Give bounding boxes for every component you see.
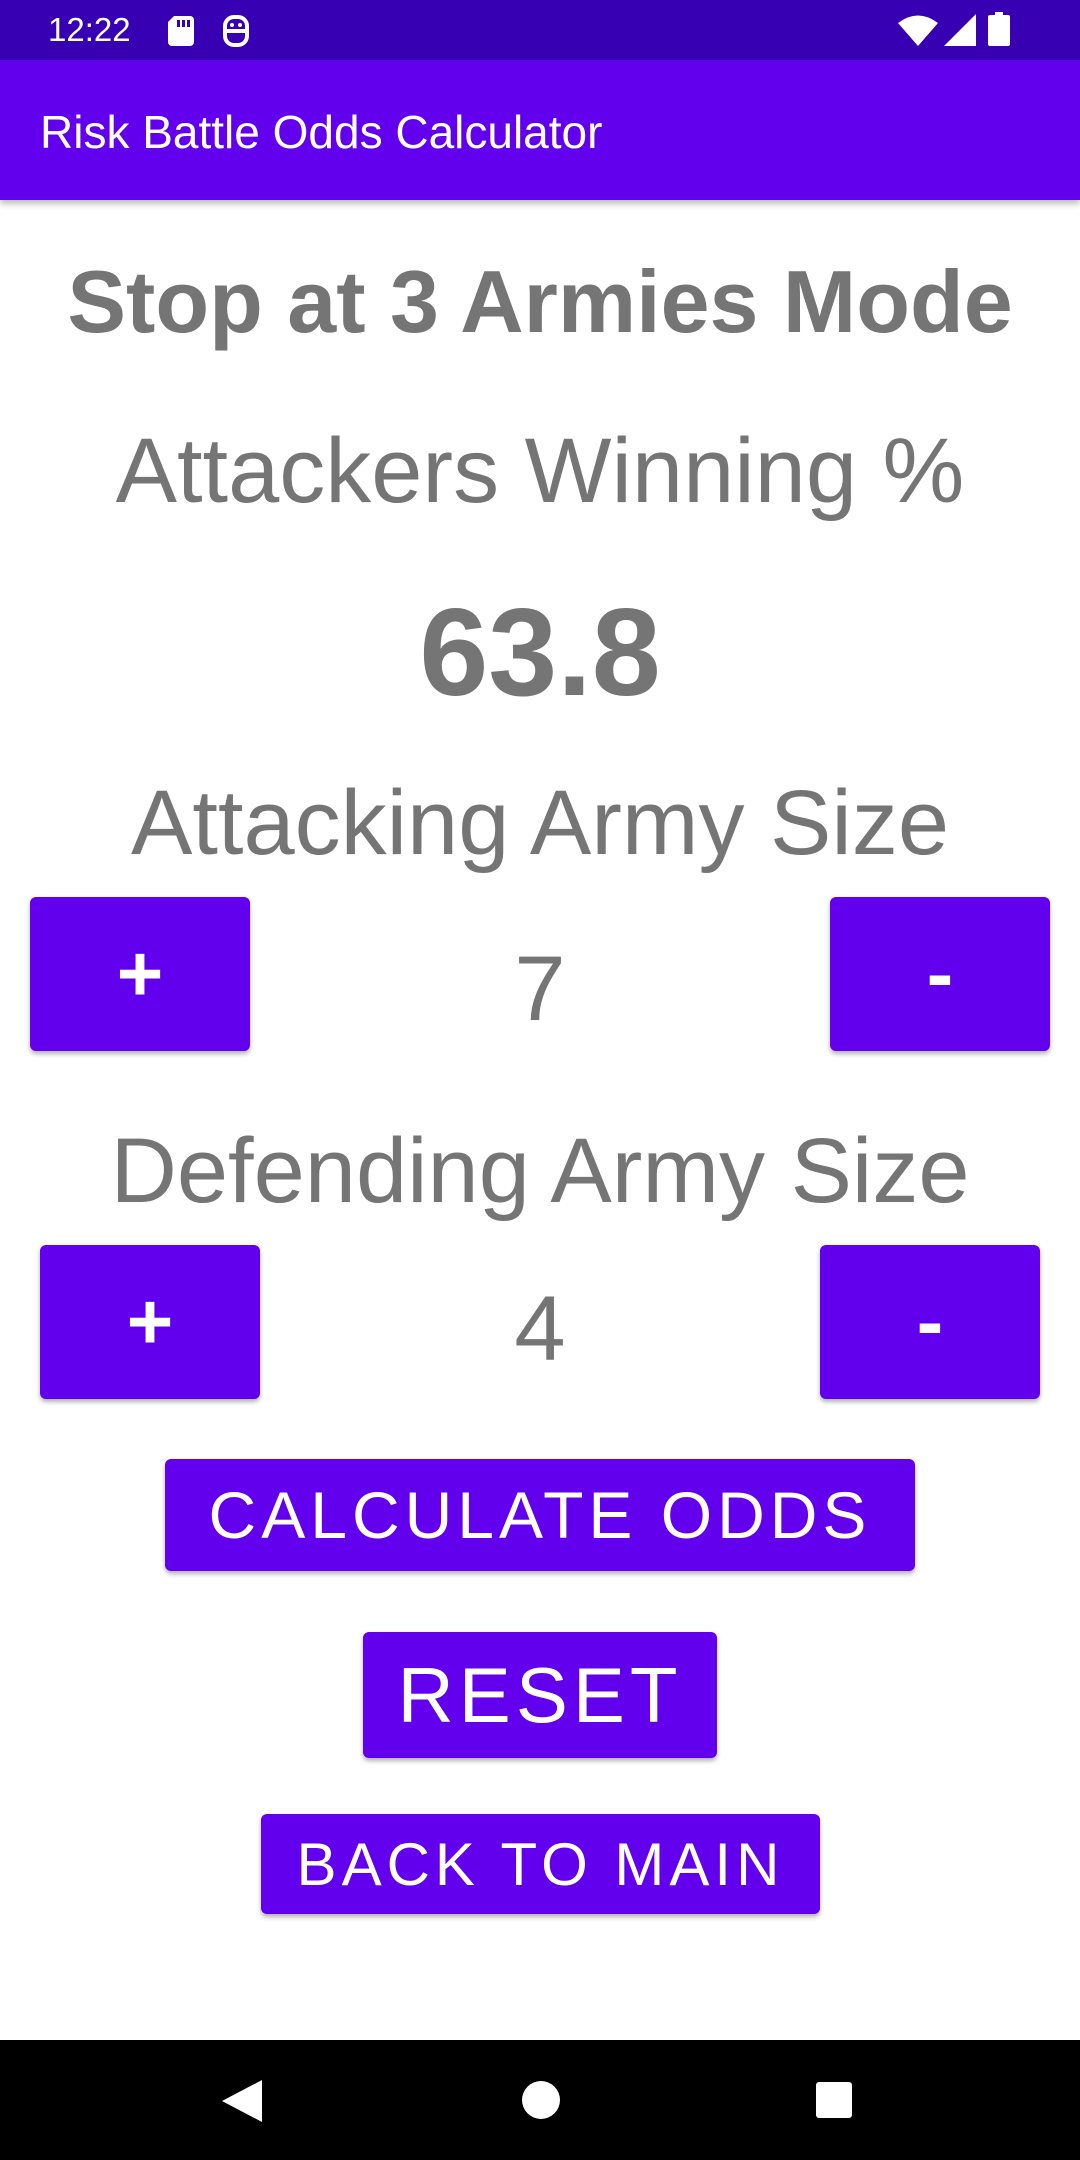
sd-card-icon [168, 16, 194, 46]
status-time: 12:22 [48, 11, 131, 48]
app-bar: Risk Battle Odds Calculator [0, 60, 1080, 200]
win-percentage-value: 63.8 [419, 584, 661, 722]
battery-icon [988, 12, 1010, 46]
home-icon[interactable] [522, 2081, 560, 2119]
reset-button[interactable]: RESET [363, 1632, 717, 1758]
mode-title: Stop at 3 Armies Mode [67, 252, 1013, 351]
attacking-minus-button[interactable]: - [830, 897, 1050, 1051]
app-title: Risk Battle Odds Calculator [40, 106, 603, 158]
recents-icon[interactable] [816, 2082, 852, 2118]
calculate-odds-button[interactable]: CALCULATE ODDS [165, 1459, 915, 1571]
assistant-icon [223, 15, 249, 47]
cell-signal-icon [944, 14, 976, 46]
win-percentage-label: Attackers Winning % [115, 420, 965, 522]
navigation-bar [0, 2040, 1080, 2160]
back-icon[interactable] [222, 2080, 262, 2122]
status-bar: 12:22 [0, 0, 1080, 60]
wifi-icon [898, 15, 938, 46]
defending-minus-button[interactable]: - [820, 1245, 1040, 1399]
defending-army-label: Defending Army Size [110, 1120, 970, 1222]
back-to-main-button[interactable]: BACK TO MAIN [261, 1814, 820, 1914]
attacking-army-label: Attacking Army Size [130, 772, 950, 874]
